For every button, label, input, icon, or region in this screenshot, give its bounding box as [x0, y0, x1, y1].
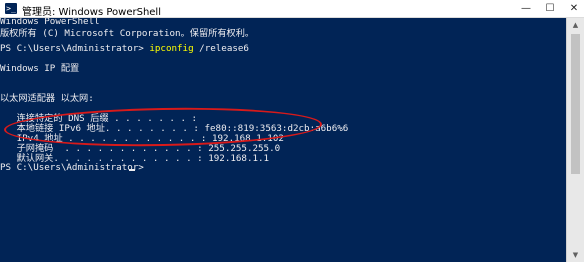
window-title: 管理员: Windows PowerShell — [22, 7, 161, 18]
close-button[interactable]: ✕ — [564, 0, 584, 17]
powershell-icon: >_ — [5, 3, 17, 14]
banner-line: Windows PowerShell — [0, 18, 100, 27]
scroll-down-icon[interactable]: ▼ — [567, 248, 584, 262]
console-output[interactable]: Windows PowerShell 版权所有 (C) Microsoft Co… — [0, 18, 566, 262]
maximize-button[interactable]: ☐ — [540, 0, 560, 17]
current-prompt: PS C:\Users\Administrator> — [0, 162, 150, 173]
command-argument: /release6 — [193, 43, 249, 54]
ip-config-heading: Windows IP 配置 — [0, 63, 80, 74]
prompt: PS C:\Users\Administrator> — [0, 43, 150, 54]
title-bar[interactable]: >_ 管理员: Windows PowerShell — ☐ ✕ — [0, 0, 584, 18]
text-cursor — [129, 169, 135, 171]
vertical-scrollbar[interactable]: ▲ ▼ — [566, 18, 584, 262]
scroll-thumb[interactable] — [571, 34, 580, 174]
command-name: ipconfig — [149, 43, 194, 54]
adapter-heading: 以太网适配器 以太网: — [0, 93, 94, 104]
command-line: PS C:\Users\Administrator> ipconfig /rel… — [0, 43, 249, 55]
copyright-line: 版权所有 (C) Microsoft Corporation。保留所有权利。 — [0, 28, 255, 39]
minimize-button[interactable]: — — [516, 0, 536, 17]
scroll-up-icon[interactable]: ▲ — [567, 18, 584, 32]
